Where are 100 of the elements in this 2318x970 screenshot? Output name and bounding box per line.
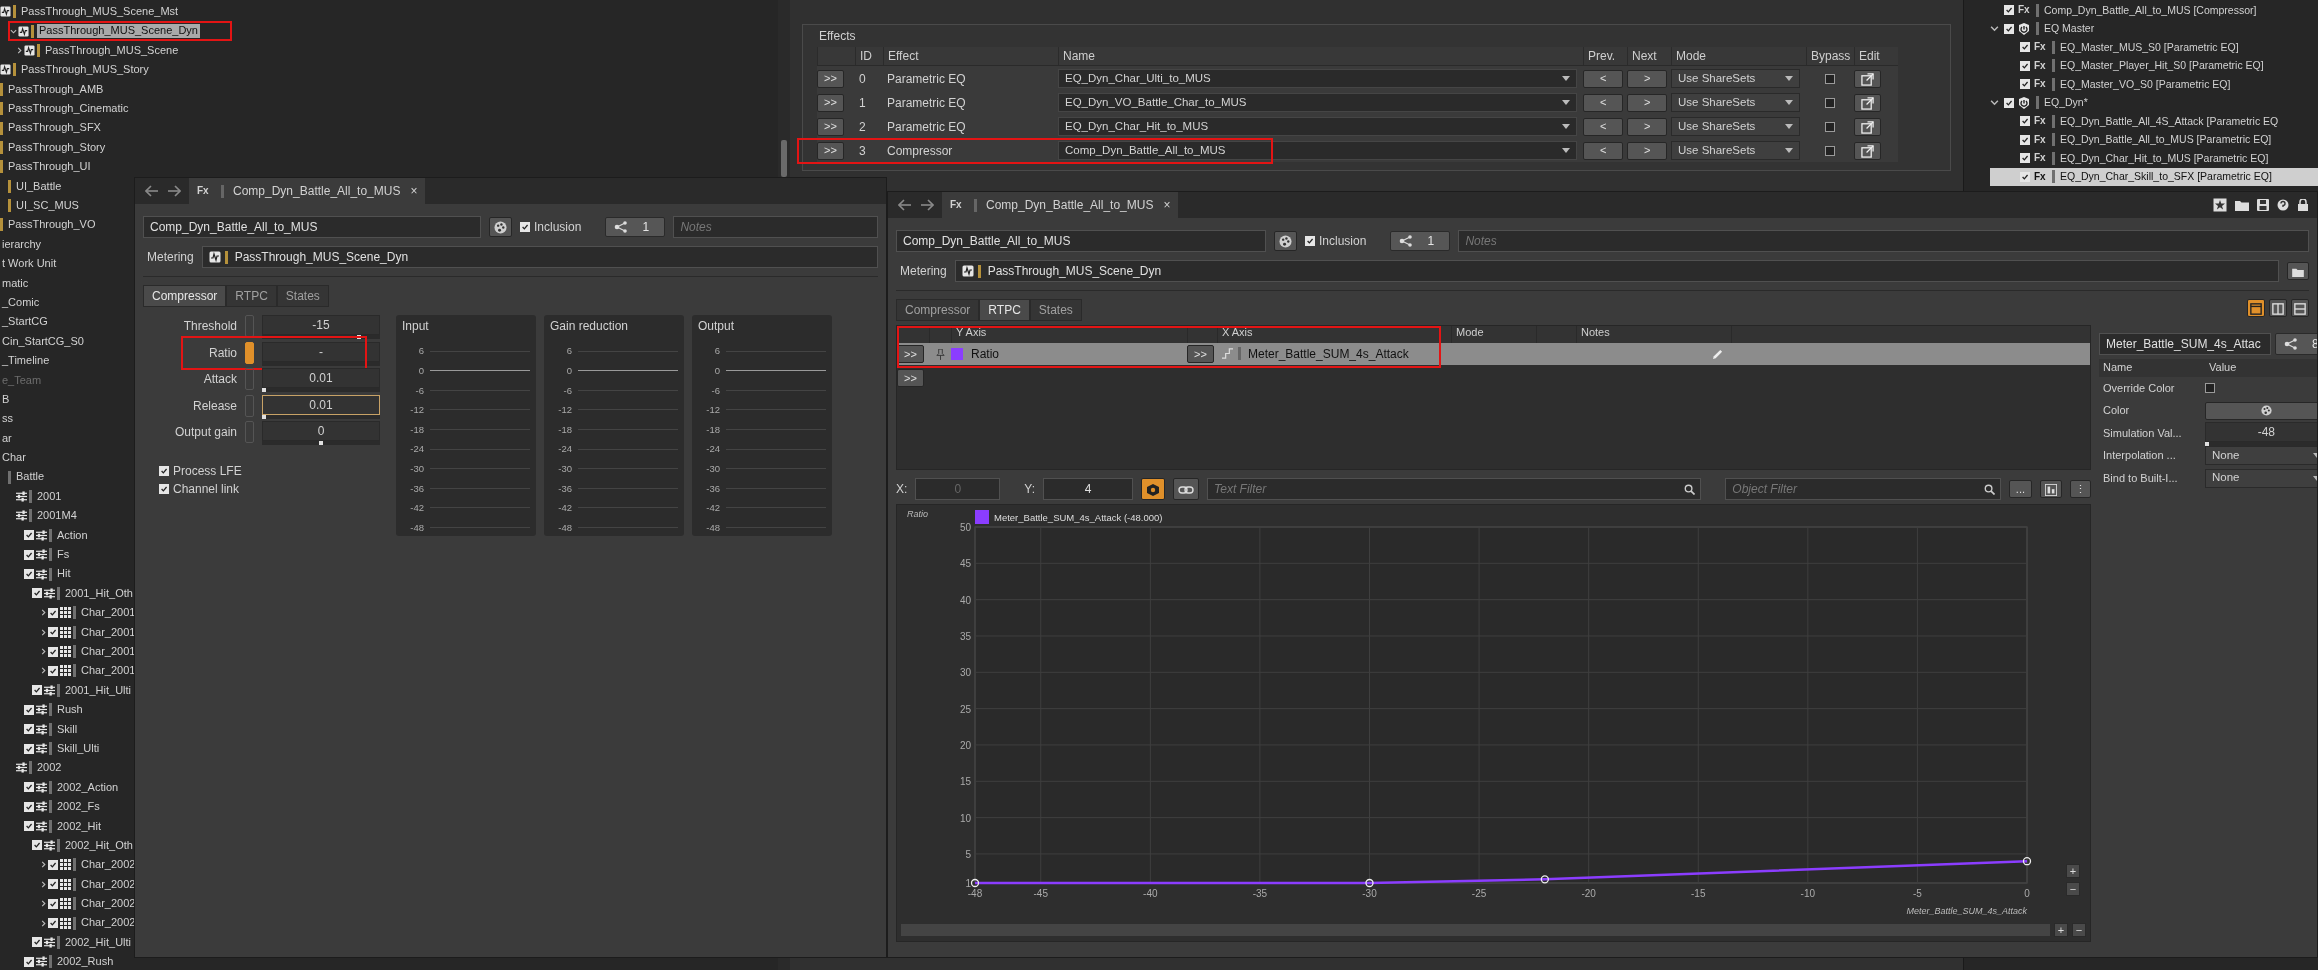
tree-item-label[interactable]: Char_2002 — [79, 897, 138, 911]
checkbox[interactable] — [1825, 121, 1835, 132]
tree-item-label[interactable]: 2001_Hit_Oth — [63, 586, 135, 600]
mode-dropdown[interactable]: Use ShareSets — [1671, 141, 1800, 161]
list-button[interactable] — [2040, 480, 2062, 498]
caret-icon[interactable] — [40, 648, 47, 656]
value-field[interactable]: -48 — [2205, 422, 2317, 442]
color-button[interactable] — [1274, 231, 1297, 251]
tree-item-label[interactable]: PassThrough_Cinematic — [6, 102, 131, 116]
tree-item-label[interactable]: Char_2002 — [79, 877, 138, 891]
tree-item-label[interactable]: PassThrough_UI — [6, 160, 93, 174]
tree-item-label[interactable]: EQ_Dyn_Battle_All_to_MUS [Parametric EQ] — [2058, 133, 2274, 147]
browse-button[interactable] — [2287, 262, 2309, 280]
tab[interactable]: States — [1029, 298, 1082, 320]
link-button[interactable] — [1173, 478, 1200, 500]
tree-item-label[interactable]: 2001_Hit_Ulti — [63, 683, 134, 697]
checkbox[interactable] — [1825, 73, 1835, 84]
object-filter-field[interactable]: Object Filter — [1725, 478, 2001, 500]
help-icon[interactable] — [2277, 199, 2289, 211]
tree-item-label[interactable]: Char_2001 — [79, 664, 138, 678]
edit-button[interactable] — [1854, 117, 1881, 136]
tree-item-label[interactable]: PassThrough_MUS_Story — [19, 63, 151, 77]
parameter-field[interactable]: - — [262, 341, 380, 362]
zoom-button[interactable]: + — [2054, 923, 2068, 937]
tree-item-label[interactable]: Rush — [55, 703, 85, 717]
color-button[interactable] — [489, 217, 512, 237]
tree-item-label[interactable]: Comp_Dyn_Battle_All_to_MUS [Compressor] — [2042, 3, 2259, 17]
notes-field[interactable]: Notes — [673, 216, 878, 238]
tab[interactable]: States — [276, 284, 329, 306]
tree-item-label[interactable]: PassThrough_MUS_Scene_Mst — [19, 5, 181, 19]
tree-item-label[interactable]: 2002_Hit — [55, 819, 104, 833]
metering-field[interactable]: PassThrough_MUS_Scene_Dyn — [954, 260, 2279, 282]
mode-dropdown[interactable]: Use ShareSets — [1671, 117, 1800, 137]
checkbox[interactable] — [1825, 145, 1835, 156]
tree-item-label[interactable]: EQ_Master_Player_Hit_S0 [Parametric EQ] — [2058, 59, 2266, 73]
tree-item-label[interactable]: 2002_Action — [55, 780, 121, 794]
tree-item-label[interactable]: _Comic — [0, 295, 42, 310]
tree-item-label[interactable]: Char_2001 — [79, 645, 138, 659]
rtpc-handle[interactable] — [245, 368, 254, 390]
tree-item-label[interactable]: Char — [0, 451, 28, 465]
tree-item-label[interactable]: 2002_Fs — [55, 800, 102, 814]
previous-button[interactable]: < — [1583, 93, 1624, 112]
next-button[interactable]: > — [1627, 93, 1668, 112]
tree-item-label[interactable]: UI_Battle — [14, 179, 64, 193]
tree-item-label[interactable]: PassThrough_AMB — [6, 82, 106, 96]
tree-item-label[interactable]: Cin_StartCG_S0 — [0, 334, 86, 348]
selected-row[interactable]: Fx EQ_Dyn_Char_Skill_to_SFX [Parametric EQ] — [1990, 167, 2318, 186]
effect-name-dropdown[interactable]: EQ_Dyn_Char_Ulti_to_MUS — [1058, 69, 1577, 89]
menu-button[interactable]: ⋮ — [2070, 480, 2091, 498]
tree-item-label[interactable]: 2002_Hit_Oth — [63, 838, 135, 853]
expand-button[interactable]: >> — [897, 345, 924, 363]
tab[interactable]: Compressor — [143, 284, 227, 306]
forward-arrow-icon[interactable] — [167, 185, 181, 197]
tree-item-label[interactable]: ss — [0, 412, 15, 426]
name-field[interactable]: Comp_Dyn_Battle_All_to_MUS — [143, 216, 481, 238]
expand-button[interactable]: >> — [817, 93, 844, 112]
caret-icon[interactable] — [40, 861, 47, 869]
tree-item-label[interactable]: B — [0, 392, 12, 407]
tree-item-label[interactable]: 2002_Hit_Ulti — [63, 935, 134, 950]
rtpc-name-field[interactable]: Meter_Battle_SUM_4s_Attac — [2099, 333, 2271, 355]
tab[interactable]: RTPC — [979, 298, 1030, 320]
rtpc-handle[interactable] — [245, 341, 254, 364]
references-button[interactable]: 1 — [1390, 231, 1451, 251]
next-button[interactable]: > — [1627, 141, 1668, 160]
mode-dropdown[interactable]: Use ShareSets — [1671, 69, 1800, 89]
tree-item-label[interactable]: 2001M4 — [35, 509, 79, 523]
previous-button[interactable]: < — [1583, 141, 1624, 160]
caret-icon[interactable] — [40, 900, 47, 908]
dropdown[interactable]: None — [2205, 468, 2317, 488]
slider-thumb[interactable] — [2205, 442, 2209, 446]
references-button[interactable]: 1 — [605, 217, 666, 237]
next-button[interactable]: > — [1627, 117, 1668, 136]
caret-icon[interactable] — [40, 919, 47, 927]
zoom-button[interactable]: + — [2066, 864, 2080, 878]
tree-item-label[interactable]: 2001 — [35, 489, 64, 504]
slider-thumb[interactable] — [262, 414, 266, 419]
save-icon[interactable] — [2257, 199, 2269, 211]
tab[interactable]: Compressor — [896, 298, 980, 320]
parameter-field[interactable]: -15 — [262, 315, 380, 335]
caret-icon[interactable] — [40, 609, 47, 617]
tree-item-label[interactable]: 2002_Rush — [55, 955, 116, 969]
tree-item-label[interactable]: EQ_Dyn_Battle_All_4S_Attack [Parametric EQ — [2058, 114, 2281, 128]
notes-field[interactable]: Notes — [1458, 230, 2309, 252]
tree-item-label[interactable]: PassThrough_Story — [6, 140, 108, 154]
more-button[interactable]: ... — [2008, 480, 2032, 498]
document-tab[interactable]: Fx Comp_Dyn_Battle_All_to_MUS × — [942, 192, 1179, 218]
rtpc-handle[interactable] — [245, 421, 254, 443]
color-button[interactable] — [2205, 401, 2317, 420]
edit-button[interactable] — [1854, 93, 1881, 112]
zoom-button[interactable]: − — [2066, 882, 2080, 896]
tree-item-label[interactable]: matic — [0, 276, 31, 290]
tree-item-label[interactable]: UI_SC_MUS — [14, 199, 81, 213]
expand-button[interactable]: >> — [817, 69, 844, 88]
tree-item-label[interactable]: Battle — [14, 470, 47, 484]
back-arrow-icon[interactable] — [145, 185, 159, 197]
lock-icon[interactable] — [2297, 199, 2309, 211]
tree-item-label[interactable]: Char_2002 — [79, 916, 138, 930]
tree-item-label[interactable]: Char_2001 — [79, 625, 138, 639]
expand-button[interactable]: >> — [817, 117, 844, 136]
parameter-field[interactable]: 0 — [262, 421, 380, 441]
